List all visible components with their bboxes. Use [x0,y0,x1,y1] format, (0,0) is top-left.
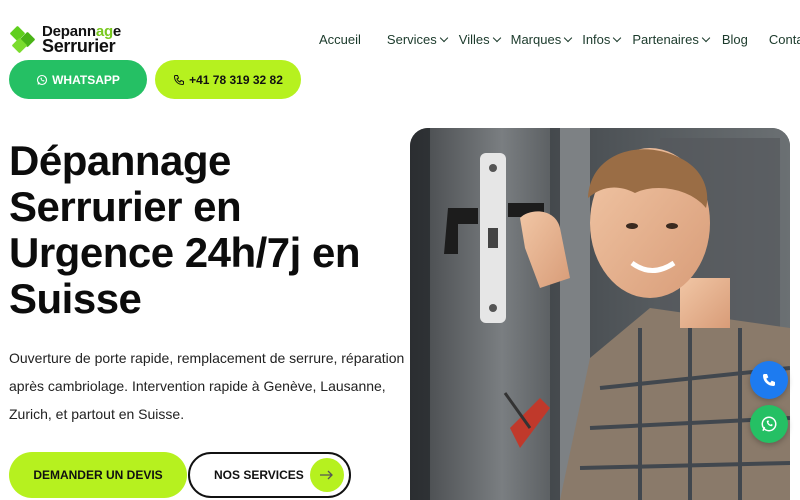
nav-item-blog[interactable]: Blog [722,32,748,47]
main-nav: Accueil Services Villes Marques Infos Pa… [319,32,800,47]
whatsapp-button[interactable]: WHATSAPP [9,60,147,99]
request-quote-label: DEMANDER UN DEVIS [33,468,163,482]
phone-icon [763,374,775,386]
our-services-label: NOS SERVICES [214,468,304,482]
nav-item-accueil[interactable]: Accueil [319,32,361,47]
phone-icon [174,74,185,85]
chevron-down-icon [701,33,711,43]
site-logo[interactable]: Depannage Serrurier [9,23,122,56]
nav-item-contact[interactable]: Contact [769,32,800,47]
whatsapp-icon [37,74,48,85]
logo-text: Depannage Serrurier [42,23,122,56]
page: Depannage Serrurier Accueil Services Vil… [0,0,800,500]
chevron-down-icon [613,33,622,43]
nav-item-marques[interactable]: Marques [511,32,573,47]
our-services-button[interactable]: NOS SERVICES [188,452,351,498]
hero-image-locksmith [410,128,790,500]
site-header: Depannage Serrurier Accueil Services Vil… [0,0,800,128]
phone-button[interactable]: +41 78 319 32 82 [155,60,301,99]
hero-description: Ouverture de porte rapide, remplacement … [9,350,405,422]
chevron-down-icon [563,33,573,43]
nav-item-services[interactable]: Services [387,32,449,47]
logo-icon [9,25,38,54]
nav-item-villes[interactable]: Villes [459,32,501,47]
chevron-down-icon [439,33,449,43]
floating-whatsapp-button[interactable] [750,405,788,443]
whatsapp-label: WHATSAPP [52,72,120,87]
whatsapp-icon [761,416,777,432]
floating-call-button[interactable] [750,361,788,399]
hero-title: Dépannage Serrurier en Urgence 24h/7j en… [9,137,360,322]
chevron-down-icon [492,33,501,43]
nav-item-partenaires[interactable]: Partenaires [632,32,711,47]
arrow-right-icon [310,458,344,492]
nav-item-infos[interactable]: Infos [582,32,622,47]
request-quote-button[interactable]: DEMANDER UN DEVIS [9,452,187,498]
phone-label: +41 78 319 32 82 [189,72,283,87]
